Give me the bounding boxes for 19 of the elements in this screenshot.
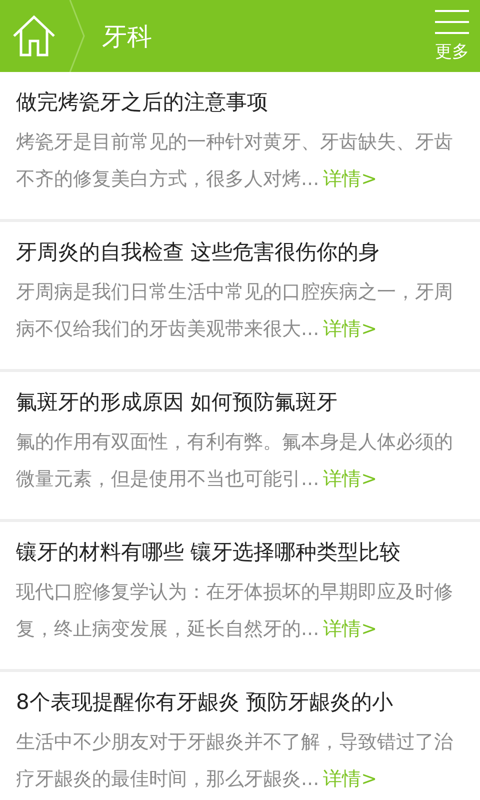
article-excerpt: 烤瓷牙是目前常见的一种针对黄牙、牙齿缺失、牙齿不齐的修复美白方式，很多人对烤... 详情>	[16, 130, 454, 192]
home-icon	[12, 14, 56, 58]
article-title[interactable]: 8个表现提醒你有牙龈炎 预防牙龈炎的小	[16, 684, 466, 720]
article-title[interactable]: 氟斑牙的形成原因 如何预防氟斑牙	[16, 384, 466, 420]
details-link[interactable]: 详情>	[323, 768, 378, 790]
article-excerpt: 生活中不少朋友对于牙龈炎并不了解，导致错过了治疗牙龈炎的最佳时间，那么牙龈炎... 详情>	[16, 730, 454, 792]
page-title: 牙科	[102, 20, 153, 52]
details-link[interactable]: 详情>	[323, 618, 378, 640]
more-button[interactable]: 更多	[424, 0, 480, 72]
article-excerpt: 牙周病是我们日常生活中常见的口腔疾病之一，牙周病不仅给我们的牙齿美观带来很大... 详情>	[16, 280, 454, 342]
menu-icon	[435, 10, 469, 34]
details-link[interactable]: 详情>	[323, 168, 378, 190]
article-title[interactable]: 镶牙的材料有哪些 镶牙选择哪种类型比较	[16, 534, 466, 570]
article-excerpt: 现代口腔修复学认为：在牙体损坏的早期即应及时修复，终止病变发展，延长自然牙的... 详情>	[16, 580, 454, 642]
details-link[interactable]: 详情>	[323, 468, 378, 490]
article-title[interactable]: 做完烤瓷牙之后的注意事项	[16, 84, 466, 120]
details-link[interactable]: 详情>	[323, 318, 378, 340]
article-excerpt: 氟的作用有双面性，有利有弊。氟本身是人体必须的微量元素，但是使用不当也可能引... 详情>	[16, 430, 454, 492]
article-title[interactable]: 牙周炎的自我检查 这些危害很伤你的身	[16, 234, 466, 270]
